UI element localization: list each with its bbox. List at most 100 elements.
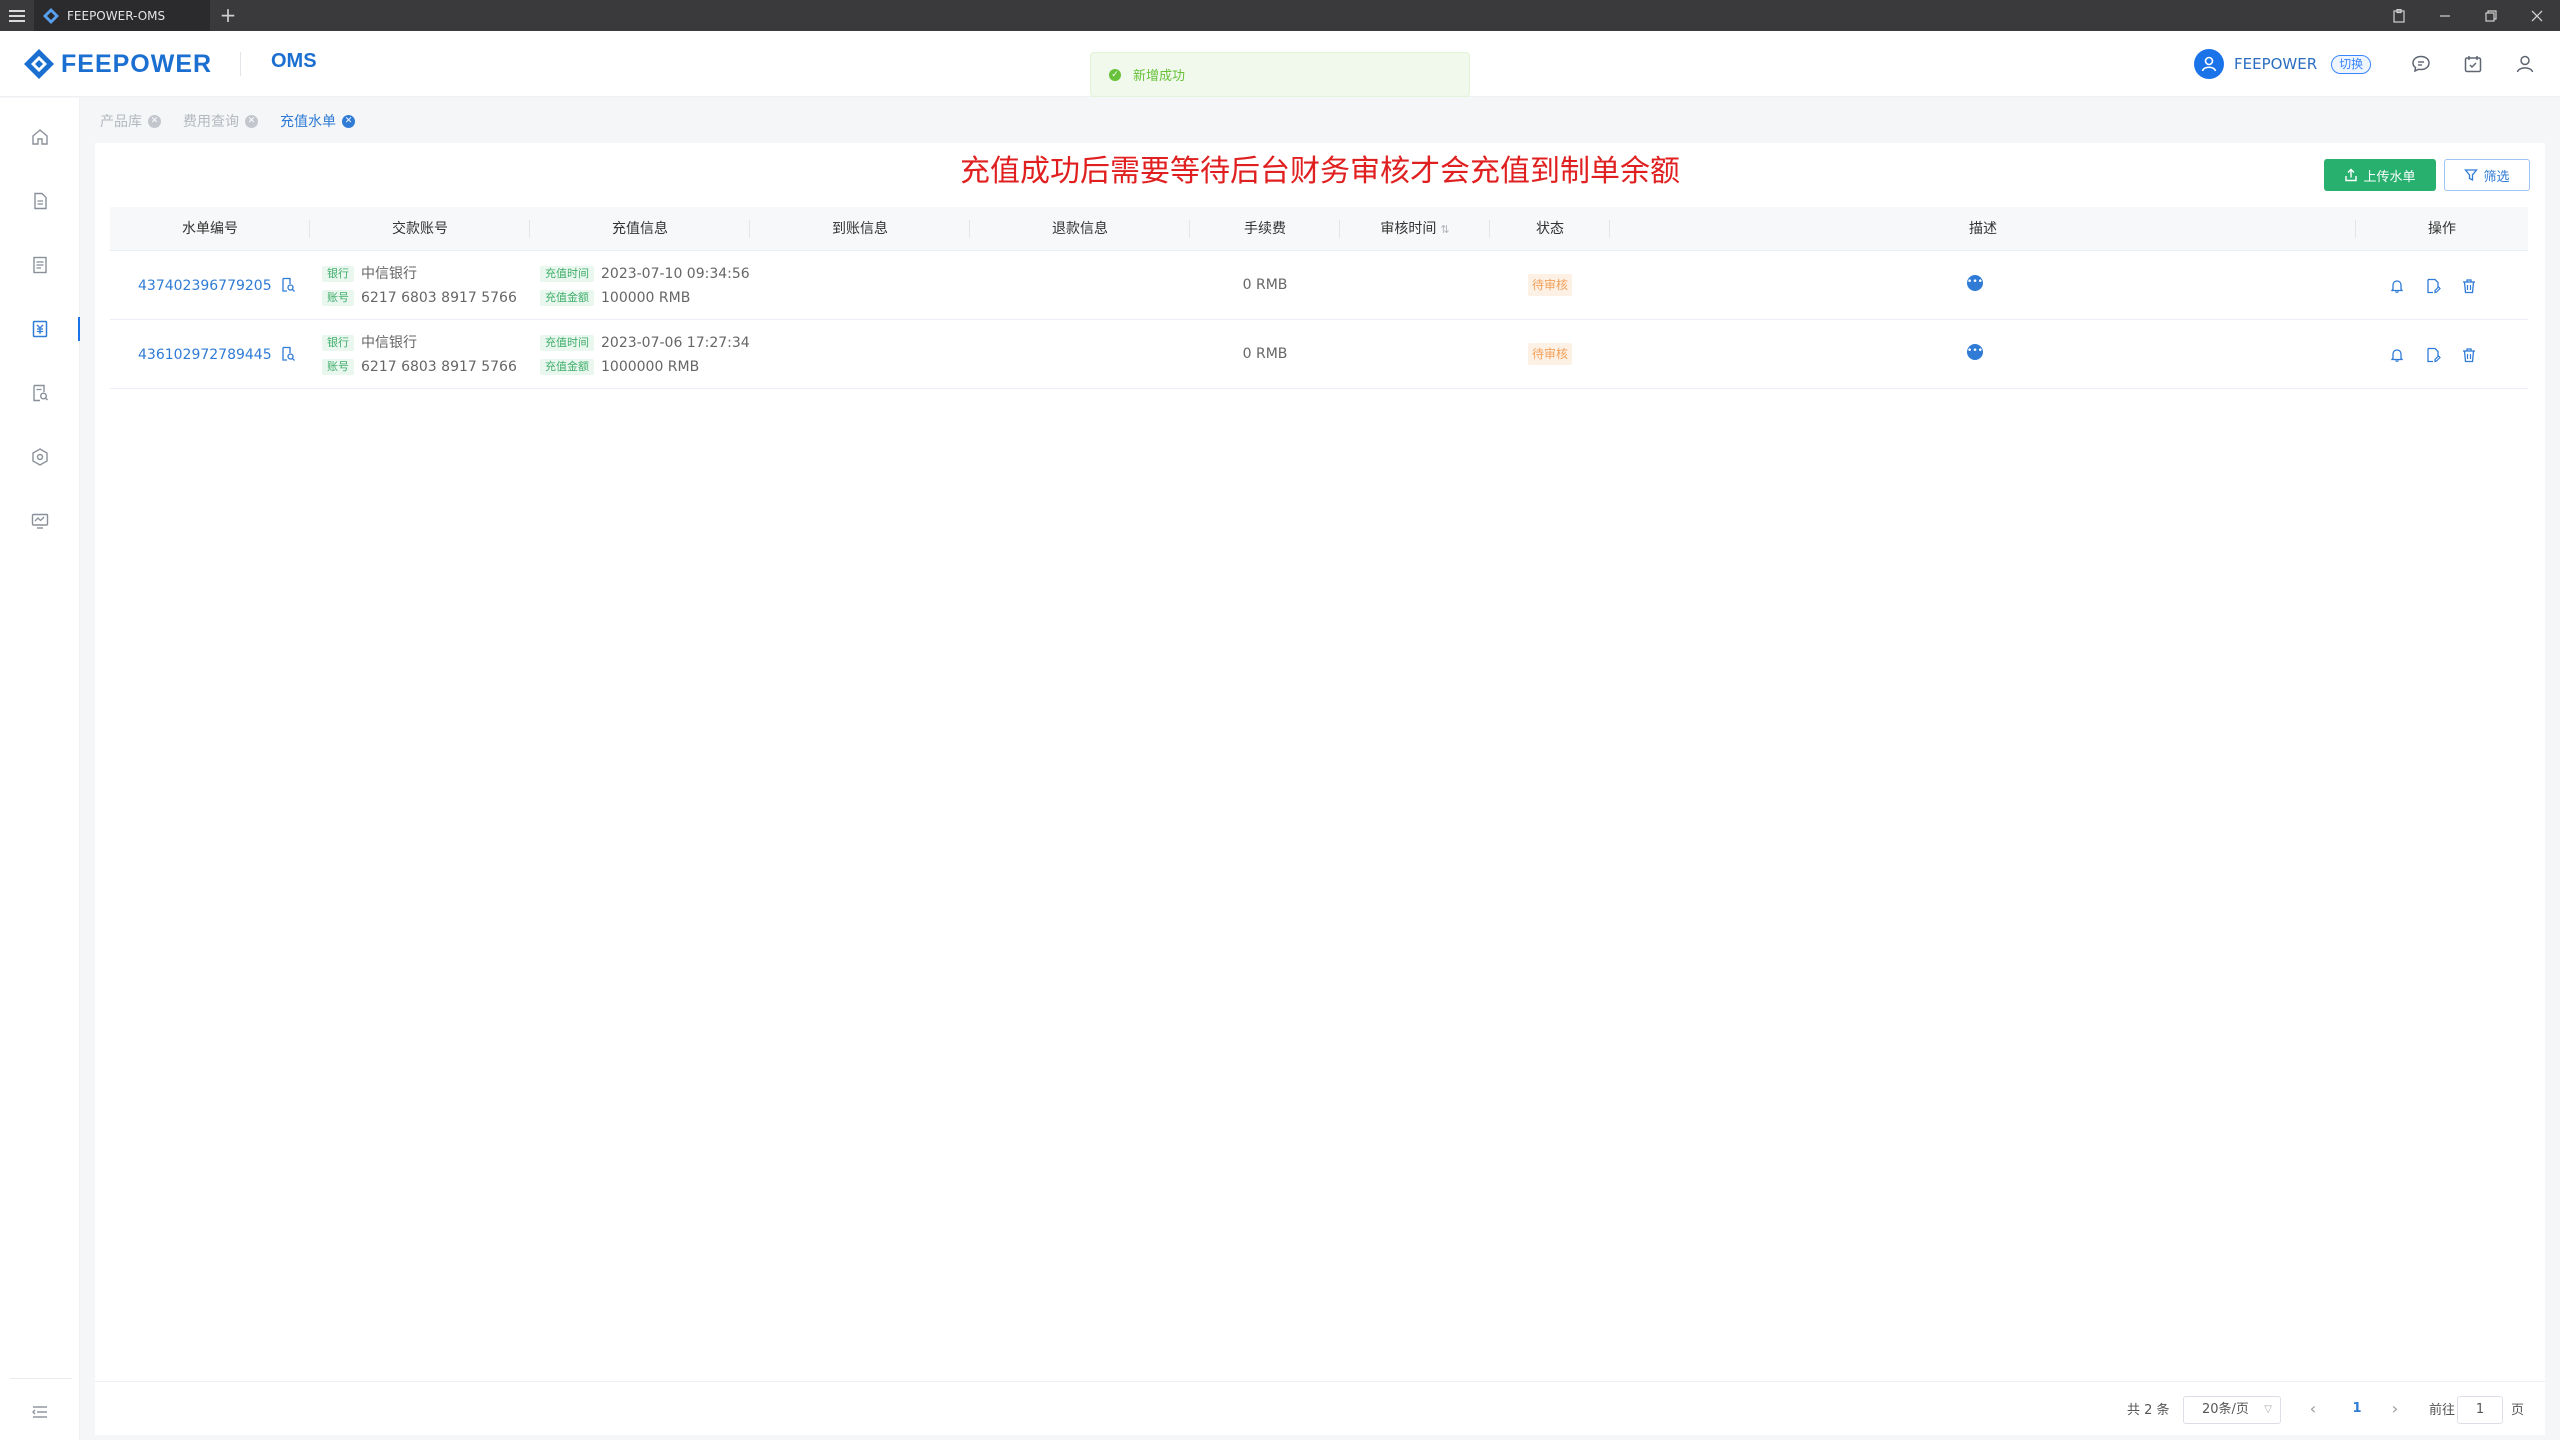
toast-message: 新增成功 (1133, 69, 1186, 84)
col-review-time[interactable]: 审核时间 ⇅ (1340, 207, 1490, 251)
edit-document-icon[interactable] (2424, 346, 2442, 364)
sidebar-item-orders[interactable] (0, 243, 80, 287)
edit-document-icon[interactable] (2424, 277, 2442, 295)
more-description-icon[interactable]: ••• (1967, 344, 1983, 360)
filter-icon (2464, 169, 2479, 182)
home-icon (32, 129, 48, 145)
bank-name: 中信银行 (361, 266, 417, 282)
notify-bell-icon[interactable] (2388, 277, 2406, 295)
col-slip-no: 水单编号 (110, 207, 310, 251)
finance-icon (32, 320, 48, 338)
account-number: 6217 6803 8917 5766 (361, 290, 517, 306)
filter-label: 筛选 (2483, 169, 2510, 185)
sidebar-item-monitor[interactable] (0, 499, 80, 543)
tab-fee-query[interactable]: 费用查询 ✕ (183, 111, 258, 131)
delete-trash-icon[interactable] (2460, 277, 2478, 295)
sidebar-nav (0, 98, 80, 1440)
page-size-value: 20条/页 (2202, 1402, 2249, 1417)
recharge-amount: 1000000 RMB (601, 359, 700, 375)
tab-recharge-slip[interactable]: 充值水单 ✕ (280, 111, 355, 131)
col-refund-info: 退款信息 (970, 207, 1190, 251)
notify-bell-icon[interactable] (2388, 346, 2406, 364)
goto-page-input[interactable]: 1 (2457, 1396, 2503, 1424)
logo-text: FEEPOWER (61, 49, 213, 78)
sidebar-item-finance[interactable] (0, 307, 80, 351)
col-recharge-info: 充值信息 (530, 207, 750, 251)
monitor-icon (31, 513, 49, 529)
upload-slip-button[interactable]: 上传水单 (2324, 159, 2436, 191)
col-payer-account: 交款账号 (310, 207, 530, 251)
page-size-select[interactable]: 20条/页 ▽ (2183, 1396, 2281, 1424)
user-avatar-icon (2194, 49, 2224, 79)
sidebar-item-documents[interactable] (0, 179, 80, 223)
slip-number-link[interactable]: 436102972789445 (138, 347, 272, 363)
new-tab-button[interactable]: + (218, 3, 238, 27)
tab-label: 费用查询 (183, 114, 239, 130)
bank-name: 中信银行 (361, 335, 417, 351)
success-check-icon: ✓ (1109, 68, 1121, 81)
view-slip-icon[interactable] (280, 346, 296, 362)
clipboard-icon[interactable] (2376, 0, 2422, 31)
sidebar-item-home[interactable] (0, 115, 80, 159)
logo[interactable]: FEEPOWER (22, 46, 212, 82)
tab-label: 产品库 (100, 114, 142, 130)
order-list-icon (33, 256, 47, 274)
sidebar-item-reports[interactable] (0, 371, 80, 415)
tab-product-library[interactable]: 产品库 ✕ (100, 111, 161, 131)
sort-icon[interactable]: ⇅ (1440, 223, 1449, 236)
module-name: OMS (271, 50, 317, 72)
close-window-icon[interactable] (2514, 0, 2560, 31)
slip-number-link[interactable]: 437402396779205 (138, 278, 272, 294)
sidebar-collapse-icon[interactable] (20, 1396, 60, 1428)
more-description-icon[interactable]: ••• (1967, 275, 1983, 291)
header-divider (240, 52, 241, 76)
restore-icon[interactable] (2468, 0, 2514, 31)
close-tab-icon[interactable]: ✕ (342, 114, 355, 128)
browser-tab[interactable]: FEEPOWER-OMS (34, 0, 210, 31)
col-description: 描述 (1610, 207, 2356, 251)
table-header: 水单编号 交款账号 充值信息 到账信息 退款信息 手续费 审核时间 ⇅ 状态 描述… (110, 207, 2528, 251)
message-icon[interactable] (2406, 49, 2436, 79)
recharge-time: 2023-07-10 09:34:56 (601, 266, 750, 282)
recharge-amount-tag: 充值金额 (540, 359, 594, 375)
breadcrumb-tabs: 产品库 ✕ 费用查询 ✕ 充值水单 ✕ (100, 110, 377, 132)
goto-label: 前往 (2429, 1403, 2456, 1418)
fee-value: 0 RMB (1242, 346, 1288, 362)
delete-trash-icon[interactable] (2460, 346, 2478, 364)
status-badge: 待审核 (1527, 343, 1572, 365)
prev-page-icon[interactable]: ‹ (2301, 1394, 2325, 1424)
filter-button[interactable]: 筛选 (2444, 159, 2530, 191)
main-content: 充值成功后需要等待后台财务审核才会充值到制单余额 上传水单 筛选 水单编号 交款… (95, 143, 2545, 1435)
sidebar-divider (10, 1378, 72, 1379)
table-row: 436102972789445 银行 中信银行 账号 6217 6803 8917 … (110, 320, 2528, 389)
report-search-icon (33, 384, 48, 402)
close-tab-icon[interactable]: ✕ (148, 114, 161, 128)
recharge-amount: 100000 RMB (601, 290, 691, 306)
success-toast: ✓ 新增成功 (1090, 52, 1470, 97)
settings-hexagon-icon (32, 448, 48, 466)
hamburger-menu-icon[interactable] (6, 6, 28, 25)
user-menu[interactable]: FEEPOWER 切换 (2194, 49, 2372, 79)
profile-icon[interactable] (2510, 49, 2540, 79)
next-page-icon[interactable]: › (2383, 1394, 2407, 1424)
tab-label: 充值水单 (280, 114, 336, 130)
bank-tag: 银行 (322, 335, 354, 351)
table-row: 437402396779205 银行 中信银行 账号 6217 6803 8917 … (110, 251, 2528, 320)
app-favicon-icon (43, 7, 59, 24)
calendar-icon[interactable] (2458, 49, 2488, 79)
tab-title: FEEPOWER-OMS (67, 8, 166, 23)
switch-account-button[interactable]: 切换 (2331, 54, 2372, 74)
close-tab-icon[interactable]: ✕ (245, 114, 258, 128)
recharge-time: 2023-07-06 17:27:34 (601, 335, 750, 351)
sidebar-item-settings[interactable] (0, 435, 80, 479)
view-slip-icon[interactable] (280, 277, 296, 293)
sidebar-active-indicator (78, 317, 80, 341)
upload-icon (2345, 168, 2358, 182)
current-page[interactable]: 1 (2345, 1394, 2369, 1424)
recharge-table: 水单编号 交款账号 充值信息 到账信息 退款信息 手续费 审核时间 ⇅ 状态 描述… (110, 207, 2528, 389)
user-name: FEEPOWER (2234, 55, 2318, 73)
recharge-time-tag: 充值时间 (540, 335, 594, 351)
col-arrival-info: 到账信息 (750, 207, 970, 251)
minimize-icon[interactable] (2422, 0, 2468, 31)
fee-value: 0 RMB (1242, 277, 1288, 293)
